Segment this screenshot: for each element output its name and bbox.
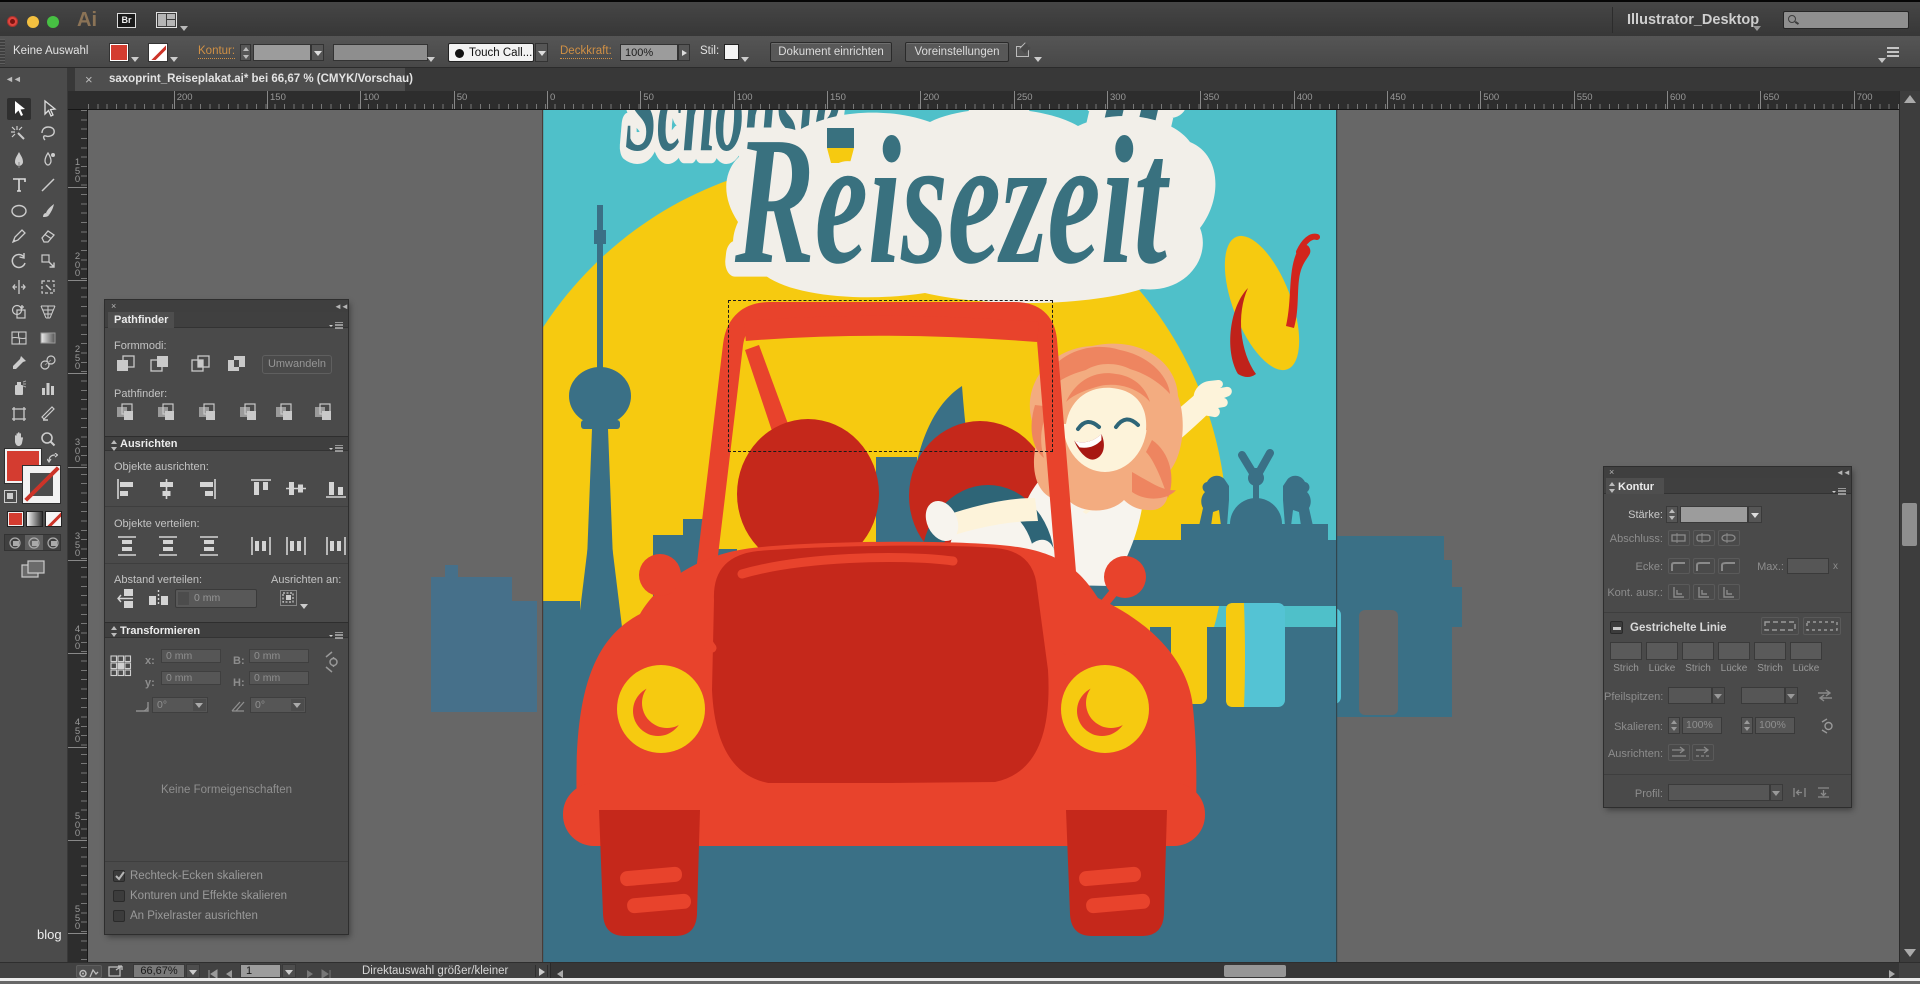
svg-text:Reisezeit: Reisezeit <box>734 110 1170 302</box>
